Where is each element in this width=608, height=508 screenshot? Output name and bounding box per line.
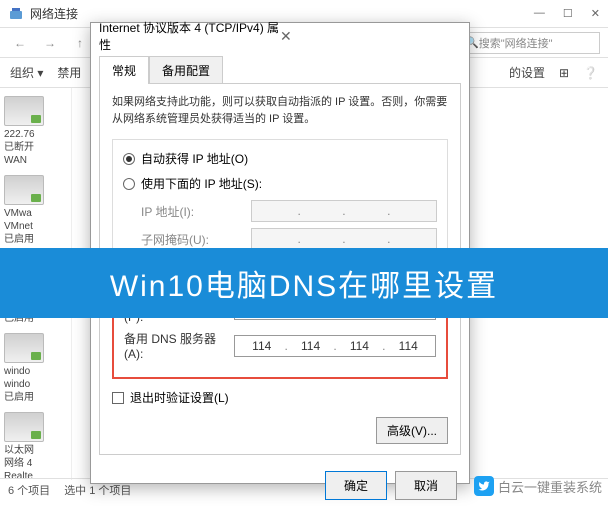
cancel-button[interactable]: 取消	[395, 471, 457, 500]
watermark-text: 白云一键重装系统	[498, 477, 602, 496]
organize-menu[interactable]: 组织 ▾	[10, 64, 43, 81]
tab-strip: 常规 备用配置	[91, 49, 469, 83]
adapter-icon	[4, 333, 44, 363]
radio-manual-ip[interactable]: 使用下面的 IP 地址(S):	[123, 175, 437, 192]
close-button[interactable]: ✕	[591, 7, 600, 20]
tab-alternate[interactable]: 备用配置	[149, 56, 223, 84]
subnet-mask-label: 子网掩码(U):	[141, 231, 251, 248]
adapter-icon	[4, 175, 44, 205]
radio-auto-ip[interactable]: 自动获得 IP 地址(O)	[123, 150, 437, 167]
maximize-button[interactable]: ☐	[563, 7, 573, 20]
list-item[interactable]: VMwa VMnet 已启用	[4, 175, 67, 246]
window-icon	[8, 6, 24, 22]
ok-button[interactable]: 确定	[325, 471, 387, 500]
item-count: 6 个项目	[8, 482, 50, 498]
list-item[interactable]: 以太网 网络 4 Realte	[4, 412, 67, 483]
view-icon[interactable]: ⊞	[559, 66, 569, 80]
watermark: 白云一键重装系统	[474, 476, 602, 496]
banner-overlay: Win10电脑DNS在哪里设置	[0, 248, 608, 318]
list-item[interactable]: 222.76 已断开 WAN	[4, 96, 67, 167]
validate-checkbox-row[interactable]: 退出时验证设置(L)	[112, 389, 448, 406]
dialog-buttons: 确定 取消	[91, 463, 469, 508]
alt-dns-label: 备用 DNS 服务器(A):	[124, 330, 234, 361]
minimize-button[interactable]: —	[534, 7, 545, 20]
adapter-icon	[4, 96, 44, 126]
watermark-icon	[474, 476, 494, 496]
connection-settings-label[interactable]: 的设置	[509, 64, 545, 81]
back-button[interactable]: ←	[8, 31, 32, 55]
help-icon[interactable]: ❔	[583, 66, 598, 80]
close-icon[interactable]: ✕	[280, 28, 461, 45]
search-placeholder: 搜索"网络连接"	[479, 35, 553, 51]
adapter-icon	[4, 412, 44, 442]
forward-button[interactable]: →	[38, 31, 62, 55]
list-item[interactable]: windo windo 已启用	[4, 333, 67, 404]
ip-address-input: . . .	[251, 200, 437, 222]
radio-icon	[123, 153, 135, 165]
search-input[interactable]: 🔍 搜索"网络连接"	[460, 32, 600, 54]
subnet-mask-input: . . .	[251, 228, 437, 250]
ip-address-label: IP 地址(I):	[141, 203, 251, 220]
advanced-button[interactable]: 高级(V)...	[376, 417, 448, 444]
checkbox-icon	[112, 392, 124, 404]
disable-button[interactable]: 禁用	[57, 64, 81, 81]
radio-icon	[123, 178, 135, 190]
tab-general[interactable]: 常规	[99, 56, 149, 84]
description-text: 如果网络支持此功能，则可以获取自动指派的 IP 设置。否则，你需要从网络系统管理…	[112, 94, 448, 127]
dialog-title-bar: Internet 协议版本 4 (TCP/IPv4) 属性 ✕	[91, 23, 469, 49]
alt-dns-input[interactable]: 114. 114. 114. 114	[234, 335, 436, 357]
banner-text: Win10电脑DNS在哪里设置	[110, 261, 498, 305]
dialog-title: Internet 协议版本 4 (TCP/IPv4) 属性	[99, 19, 280, 53]
up-button[interactable]: ↑	[68, 31, 92, 55]
